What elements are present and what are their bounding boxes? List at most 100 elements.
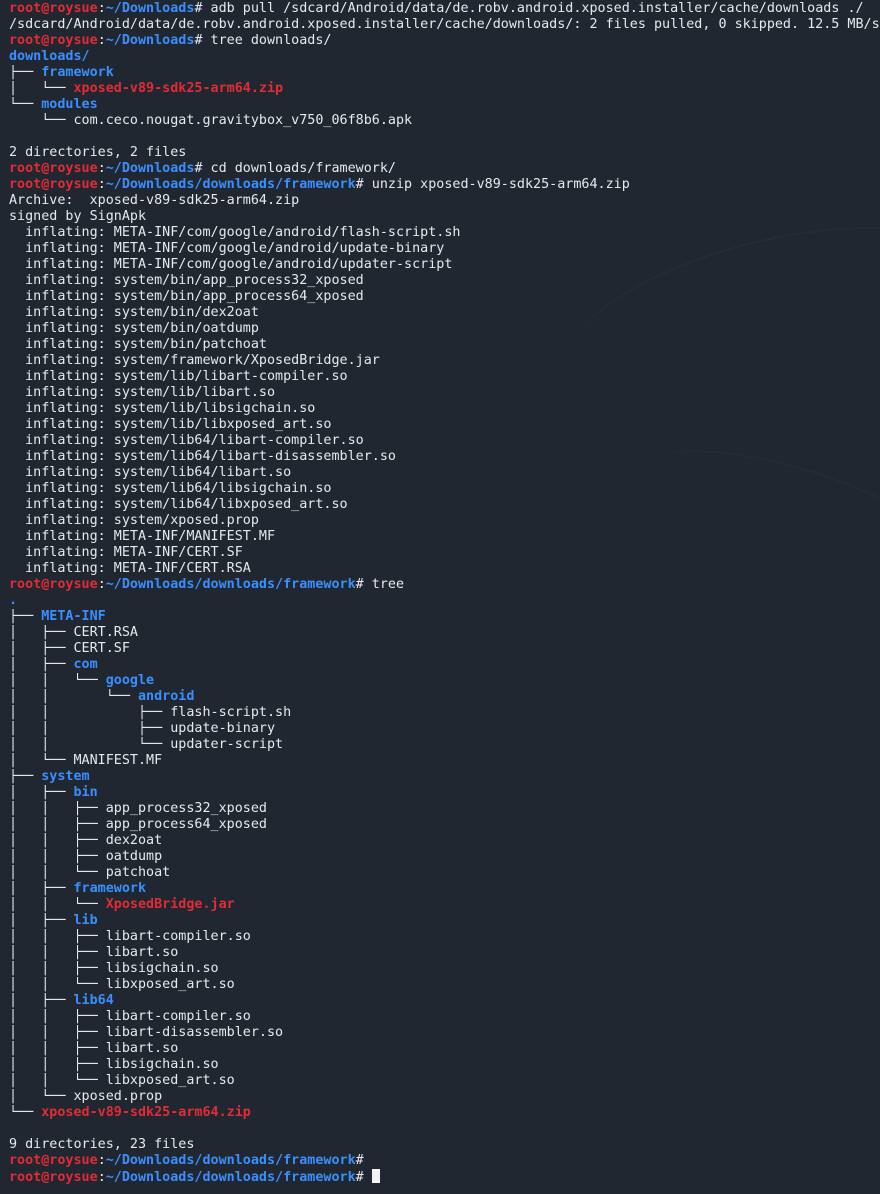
tree-entry: │ │ ├── update-binary <box>9 721 880 737</box>
file-name: libxposed_art.so <box>105 977 235 992</box>
prompt-line: root@roysue:~/Downloads# adb pull /sdcar… <box>9 1 880 17</box>
output-text: inflating: system/bin/patchoat <box>9 337 267 352</box>
output-line: inflating: META-INF/CERT.SF <box>9 545 880 561</box>
command-text: tree <box>363 577 405 592</box>
prompt-path: ~/Downloads/downloads/framework <box>105 1153 356 1168</box>
tree-branch: │ └── <box>9 753 74 768</box>
directory-name: downloads/ <box>9 49 90 64</box>
tree-entry: │ ├── CERT.SF <box>9 641 880 657</box>
tree-entry: └── xposed-v89-sdk25-arm64.zip <box>9 1105 880 1121</box>
terminal-output[interactable]: root@roysue:~/Downloads# adb pull /sdcar… <box>9 1 880 1185</box>
prompt-user-host: root@roysue <box>9 577 98 592</box>
output-text: inflating: system/lib/libsigchain.so <box>9 401 316 416</box>
tree-entry: │ ├── bin <box>9 785 880 801</box>
prompt-sep: # <box>194 33 203 48</box>
file-name: CERT.RSA <box>73 625 139 640</box>
prompt-sep: # <box>355 1153 364 1168</box>
directory-name: android <box>138 689 195 704</box>
tree-branch: │ ├── <box>9 881 74 896</box>
tree-branch: ├── <box>9 769 42 784</box>
prompt-colon: : <box>97 1153 106 1168</box>
output-text: 2 directories, 2 files <box>9 145 187 160</box>
tree-entry: │ └── xposed-v89-sdk25-arm64.zip <box>9 81 880 97</box>
tree-branch: │ │ ├── <box>9 721 171 736</box>
output-line: inflating: system/bin/patchoat <box>9 337 880 353</box>
tree-entry: ├── META-INF <box>9 609 880 625</box>
prompt-user-host: root@roysue <box>9 33 98 48</box>
tree-entry: │ │ ├── dex2oat <box>9 833 880 849</box>
output-text: inflating: system/lib/libart.so <box>9 385 276 400</box>
output-line: inflating: system/bin/oatdump <box>9 321 880 337</box>
command-text: cd downloads/framework/ <box>202 161 396 176</box>
tree-branch: ├── <box>9 609 42 624</box>
file-name: updater-script <box>170 737 284 752</box>
output-line: signed by SignApk <box>9 209 880 225</box>
tree-branch: │ └── <box>9 1089 74 1104</box>
tree-entry: │ ├── com <box>9 657 880 673</box>
directory-name: google <box>105 673 155 688</box>
directory-name: . <box>9 593 18 608</box>
tree-branch: │ ├── <box>9 641 74 656</box>
prompt-path: ~/Downloads/downloads/framework <box>105 177 356 192</box>
output-text: inflating: system/xposed.prop <box>9 513 259 528</box>
tree-branch: └── <box>9 1105 42 1120</box>
prompt-sep: # <box>194 1 203 16</box>
output-text: inflating: system/lib64/libsigchain.so <box>9 481 332 496</box>
output-line: inflating: system/lib/libart-compiler.so <box>9 369 880 385</box>
tree-branch: │ └── <box>9 81 74 96</box>
tree-entry: │ │ ├── libart-compiler.so <box>9 929 880 945</box>
command-text <box>364 1170 372 1185</box>
output-line: inflating: system/bin/app_process32_xpos… <box>9 273 880 289</box>
file-name: libart.so <box>105 1041 179 1056</box>
command-text: adb pull /sdcard/Android/data/de.robv.an… <box>202 1 864 16</box>
tree-entry: │ ├── lib64 <box>9 993 880 1009</box>
directory-name: system <box>41 769 90 784</box>
output-text: inflating: META-INF/MANIFEST.MF <box>9 529 276 544</box>
file-name: dex2oat <box>105 833 163 848</box>
file-name: patchoat <box>105 865 171 880</box>
tree-branch: │ │ └── <box>9 897 106 912</box>
directory-name: META-INF <box>41 609 106 624</box>
tree-branch: │ │ ├── <box>9 1041 106 1056</box>
prompt-sep: # <box>355 177 364 192</box>
output-line: inflating: system/framework/XposedBridge… <box>9 353 880 369</box>
output-line: inflating: system/lib64/libsigchain.so <box>9 481 880 497</box>
output-line: inflating: system/bin/dex2oat <box>9 305 880 321</box>
prompt-path: ~/Downloads/downloads/framework <box>105 577 356 592</box>
output-text: inflating: META-INF/com/google/android/u… <box>9 257 453 272</box>
prompt-user-host: root@roysue <box>9 1170 98 1185</box>
tree-entry: │ │ └── patchoat <box>9 865 880 881</box>
output-line: 2 directories, 2 files <box>9 145 880 161</box>
output-line: inflating: META-INF/com/google/android/f… <box>9 225 880 241</box>
output-text: inflating: META-INF/com/google/android/u… <box>9 241 445 256</box>
output-text: inflating: system/lib64/libxposed_art.so <box>9 497 348 512</box>
tree-branch: │ │ ├── <box>9 1057 106 1072</box>
prompt-user-host: root@roysue <box>9 1153 98 1168</box>
file-name: xposed-v89-sdk25-arm64.zip <box>73 81 284 96</box>
directory-name: framework <box>73 881 147 896</box>
tree-branch: │ │ ├── <box>9 1025 106 1040</box>
prompt-sep: # <box>355 577 364 592</box>
tree-entry: │ │ ├── libsigchain.so <box>9 961 880 977</box>
tree-branch: │ │ ├── <box>9 833 106 848</box>
file-name: com.ceco.nougat.gravitybox_v750_06f8b6.a… <box>73 113 413 128</box>
output-line: inflating: META-INF/com/google/android/u… <box>9 241 880 257</box>
output-text: 9 directories, 23 files <box>9 1137 195 1152</box>
output-text: inflating: system/bin/dex2oat <box>9 305 259 320</box>
tree-branch: │ │ ├── <box>9 849 106 864</box>
tree-branch: │ │ └── <box>9 977 106 992</box>
prompt-colon: : <box>97 161 106 176</box>
file-name: libxposed_art.so <box>105 1073 235 1088</box>
tree-entry: │ │ ├── libart.so <box>9 1041 880 1057</box>
command-text: tree downloads/ <box>202 33 332 48</box>
prompt-path: ~/Downloads <box>105 1 195 16</box>
output-text: Archive: xposed-v89-sdk25-arm64.zip <box>9 193 300 208</box>
file-name: oatdump <box>105 849 163 864</box>
prompt-colon: : <box>97 1170 106 1185</box>
prompt-line: root@roysue:~/Downloads/downloads/framew… <box>9 1153 880 1169</box>
tree-branch: ├── <box>9 65 42 80</box>
file-name: flash-script.sh <box>170 705 292 720</box>
output-text: signed by SignApk <box>9 209 147 224</box>
tree-branch: │ │ └── <box>9 689 138 704</box>
directory-name: com <box>73 657 98 672</box>
